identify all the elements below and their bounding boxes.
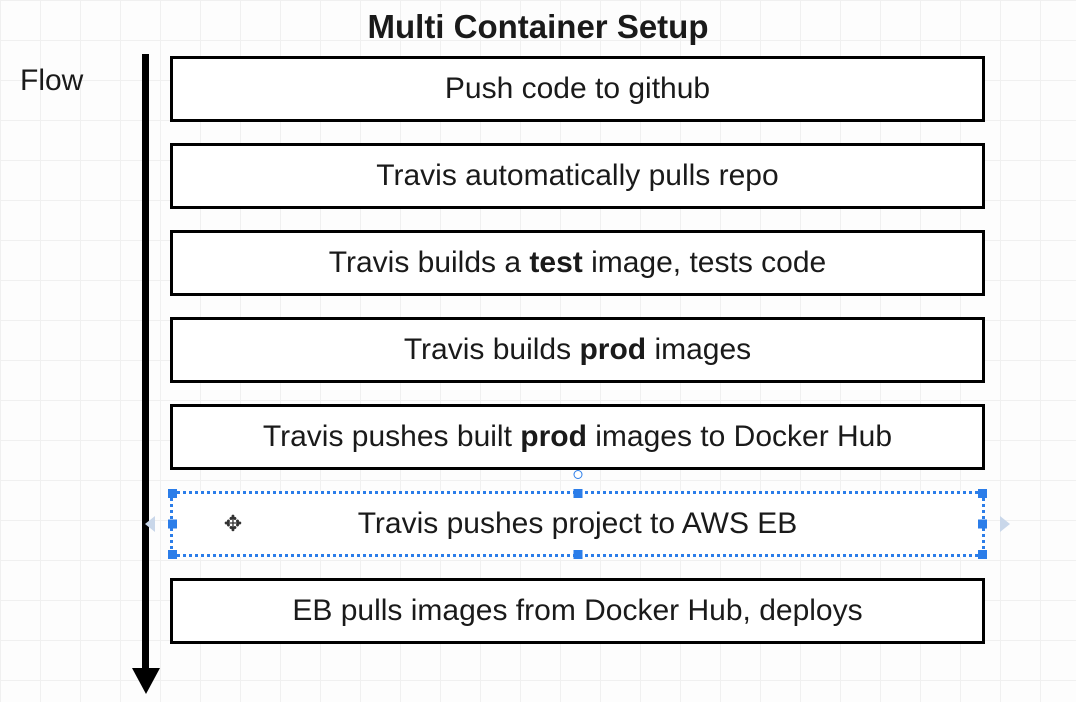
step-text: Travis pushes built prod images to Docke… [263, 420, 892, 454]
step-text: Travis builds a test image, tests code [329, 246, 826, 280]
extend-left-icon[interactable] [145, 516, 155, 532]
selection-handle[interactable] [978, 489, 987, 498]
step-box-2[interactable]: Travis automatically pulls repo [170, 143, 985, 209]
move-cursor-icon: ✥ [224, 511, 242, 537]
selection-handle[interactable] [573, 550, 582, 559]
selection-handle[interactable] [168, 520, 177, 529]
extend-right-icon[interactable] [1000, 516, 1010, 532]
step-text: Travis pushes project to AWS EB [358, 507, 798, 541]
step-box-3[interactable]: Travis builds a test image, tests code [170, 230, 985, 296]
step-box-1[interactable]: Push code to github [170, 56, 985, 122]
step-text: Push code to github [445, 72, 710, 106]
step-box-7[interactable]: EB pulls images from Docker Hub, deploys [170, 578, 985, 644]
selection-handle[interactable] [573, 489, 582, 498]
steps-container: Push code to github Travis automatically … [170, 56, 985, 644]
flow-label: Flow [20, 64, 83, 98]
step-box-5[interactable]: Travis pushes built prod images to Docke… [170, 404, 985, 470]
flow-arrow [142, 54, 144, 680]
step-text: EB pulls images from Docker Hub, deploys [292, 594, 862, 628]
diagram-title: Multi Container Setup [0, 8, 1076, 46]
step-box-6[interactable]: Travis pushes project to AWS EB ✥ [170, 491, 985, 557]
selection-handle[interactable] [168, 550, 177, 559]
selection-handle[interactable] [978, 520, 987, 529]
step-text: Travis builds prod images [404, 333, 751, 367]
selection-handle[interactable] [978, 550, 987, 559]
selection-handle[interactable] [168, 489, 177, 498]
rotate-handle[interactable] [573, 470, 582, 479]
step-box-4[interactable]: Travis builds prod images [170, 317, 985, 383]
step-text: Travis automatically pulls repo [376, 159, 778, 193]
